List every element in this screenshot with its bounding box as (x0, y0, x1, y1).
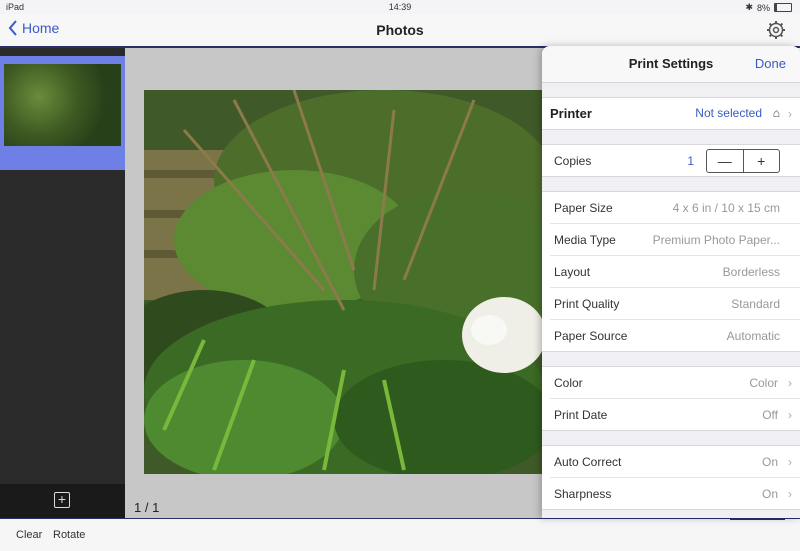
copies-group: Copies 1 — + (542, 144, 800, 177)
panel-header: Print Settings Done (542, 46, 800, 83)
bottom-toolbar: Clear Rotate (0, 517, 800, 551)
decrement-button[interactable]: — (707, 150, 744, 172)
paper-size-row[interactable]: Paper Size 4 x 6 in / 10 x 15 cm (550, 192, 800, 224)
thumbnail-image[interactable] (4, 64, 121, 146)
auto-correct-row[interactable]: Auto Correct On › (550, 446, 800, 478)
chevron-right-icon: › (788, 107, 792, 121)
row-value: On (761, 455, 778, 469)
row-label: Print Quality (554, 297, 620, 311)
row-label: Print Date (554, 408, 608, 422)
copies-stepper[interactable]: — + (706, 149, 780, 173)
chevron-right-icon: › (788, 487, 792, 501)
color-row[interactable]: Color Color › (550, 367, 800, 399)
row-value: Borderless (722, 265, 780, 279)
row-label: Layout (554, 265, 591, 279)
correction-group: Auto Correct On › Sharpness On › (542, 445, 800, 510)
row-value: 4 x 6 in / 10 x 15 cm (672, 201, 780, 215)
color-group: Color Color › Print Date Off › (542, 366, 800, 431)
row-value: Color (749, 376, 778, 390)
paper-group: Paper Size 4 x 6 in / 10 x 15 cm Media T… (542, 191, 800, 352)
thumbnail-selected[interactable] (0, 56, 125, 170)
layout-row[interactable]: Layout Borderless (550, 256, 800, 288)
row-value: Automatic (726, 329, 780, 343)
row-value: Premium Photo Paper... (652, 233, 780, 247)
row-label: Sharpness (554, 487, 612, 501)
print-preview: 1 / 1 (125, 48, 545, 518)
row-value: Off (762, 408, 778, 422)
row-label: Auto Correct (554, 455, 622, 469)
print-date-row[interactable]: Print Date Off › (550, 399, 800, 430)
thumbnail-strip (0, 48, 125, 484)
row-value: On (761, 487, 778, 501)
row-label: Color (554, 376, 583, 390)
photo-preview[interactable] (144, 90, 544, 474)
copies-label: Copies (554, 154, 592, 168)
battery-icon (774, 3, 792, 12)
clear-button[interactable]: Clear (16, 529, 42, 541)
row-label: Media Type (554, 233, 616, 247)
chevron-right-icon: › (788, 376, 792, 390)
add-icon[interactable]: + (54, 492, 70, 508)
row-label: Paper Source (554, 329, 628, 343)
thumbnail-toolbar: + (0, 484, 125, 518)
print-settings-panel: Print Settings Done Printer Not selected… (542, 46, 800, 518)
home-icon: ⌂ (772, 106, 780, 120)
rotate-button[interactable]: Rotate (53, 529, 85, 541)
status-time: 14:39 (388, 2, 412, 12)
media-type-row[interactable]: Media Type Premium Photo Paper... (550, 224, 800, 256)
row-label: Paper Size (554, 201, 613, 215)
increment-button[interactable]: + (744, 150, 780, 172)
printer-label: Printer (550, 106, 592, 121)
battery-percent: 8% (756, 2, 770, 13)
printer-value: Not selected (695, 106, 762, 120)
gear-icon[interactable] (766, 20, 786, 40)
chevron-right-icon: › (788, 455, 792, 469)
nav-bar: Home Photos (0, 14, 800, 48)
print-quality-row[interactable]: Print Quality Standard (550, 288, 800, 320)
page-indicator: 1 / 1 (134, 500, 160, 515)
page-title: Photos (376, 22, 424, 38)
status-bar: iPad 14:39 ✱ 8% (0, 0, 800, 14)
bluetooth-icon: ✱ (745, 2, 753, 12)
row-value: Standard (731, 297, 780, 311)
sharpness-row[interactable]: Sharpness On › (550, 478, 800, 509)
copies-value: 1 (687, 154, 694, 168)
chevron-right-icon: › (788, 408, 792, 422)
done-button[interactable]: Done (755, 56, 786, 71)
printer-row[interactable]: Printer Not selected ⌂ › (542, 97, 800, 130)
copies-row: Copies 1 — + (550, 145, 800, 176)
paper-source-row[interactable]: Paper Source Automatic (550, 320, 800, 351)
